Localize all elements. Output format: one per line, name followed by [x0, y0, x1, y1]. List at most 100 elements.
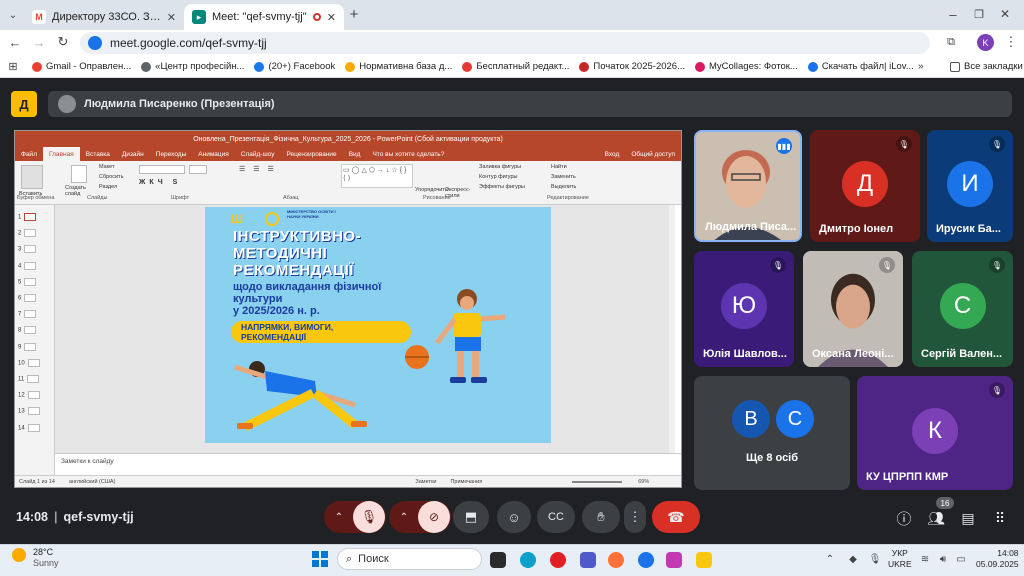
microphone-tray-icon[interactable]: 🎙︎	[868, 552, 882, 566]
info-icon[interactable]: ⓘ	[894, 508, 914, 528]
slide-thumbnail[interactable]: 14	[18, 423, 40, 432]
ppt-sign-in[interactable]: Вход	[599, 147, 626, 161]
dropbox-icon[interactable]: ◆	[846, 552, 860, 566]
participant-tile-lyudmyla[interactable]: ▮▮▮ Людмила Писа...	[694, 130, 802, 242]
participant-tile[interactable]: Д 🎙︎ Дмитро Іонел	[810, 130, 920, 242]
ppt-tab[interactable]: Переходы	[150, 147, 193, 161]
back-icon[interactable]: ←	[8, 35, 22, 50]
ppt-share-button[interactable]: Общий доступ	[625, 147, 681, 161]
ppt-tab[interactable]: Что вы хотите сделать?	[366, 147, 450, 161]
apps-grid-icon[interactable]: ⊞	[0, 60, 26, 73]
slide-thumbnail[interactable]: 7	[18, 310, 37, 319]
shape-effects-button[interactable]: Эффекты фигуры	[479, 184, 525, 190]
participant-tile[interactable]: С 🎙︎ Сергій Вален...	[912, 251, 1013, 367]
chat-icon[interactable]: ▤	[958, 508, 978, 528]
start-windows-icon[interactable]	[312, 551, 328, 567]
taskbar-search[interactable]: ⌕ Поиск	[337, 548, 482, 570]
slide-notes[interactable]: Заметки к слайду	[55, 453, 681, 475]
bookmark-item[interactable]: Початок 2025-2026...	[579, 61, 685, 72]
bookmark-item[interactable]: Скачать файл| iLov...	[807, 61, 914, 72]
taskbar-clock[interactable]: 14:08 05.09.2025	[976, 548, 1019, 569]
slide-thumbnail[interactable]: 5	[18, 277, 37, 286]
slide-thumbnail[interactable]: 6	[18, 294, 37, 302]
tray-chevron-icon[interactable]: ⌃	[824, 552, 836, 566]
slide-scrollbar[interactable]	[669, 205, 675, 453]
slide-thumbnail[interactable]: 2	[18, 229, 37, 238]
minimize-icon[interactable]: –	[946, 7, 960, 22]
section-button[interactable]: Раздел	[99, 184, 117, 190]
camera-options-chevron-icon[interactable]: ⌃	[390, 512, 418, 523]
slide-thumbnail[interactable]: 4	[18, 261, 37, 270]
address-bar[interactable]: meet.google.com/qef-svmy-tjj	[80, 32, 930, 54]
zoom-slider[interactable]	[572, 480, 623, 483]
reactions-button[interactable]: ☺	[497, 501, 531, 533]
close-window-icon[interactable]: ✕	[998, 7, 1012, 21]
current-slide[interactable]: Ш МІНІСТЕРСТВО ОСВІТИ І НАУКИ УКРАЇНИ ІН…	[205, 207, 551, 443]
ppt-tab[interactable]: Вставка	[80, 147, 116, 161]
ppt-tab[interactable]: Дизайн	[116, 147, 150, 161]
camera-off-icon[interactable]: ⊘	[418, 501, 450, 533]
shapes-gallery[interactable]: ▭◯△⬠→↓☆{}⟨⟩	[341, 164, 413, 188]
find-button[interactable]: Найти	[551, 164, 567, 170]
font-format-buttons[interactable]: ЖКЧ S	[139, 179, 181, 186]
extensions-icon[interactable]: ⧉	[944, 35, 958, 49]
file-explorer-icon[interactable]	[696, 552, 712, 568]
forward-icon[interactable]: →	[32, 35, 46, 50]
slide-thumbnail[interactable]: 11	[18, 375, 40, 383]
opera-icon[interactable]	[550, 552, 566, 568]
bookmark-item[interactable]: Gmail - Оправлен...	[32, 61, 131, 72]
edge-icon[interactable]	[520, 552, 536, 568]
bookmark-item[interactable]: MyCollages: Фоток...	[695, 61, 798, 72]
bookmark-item[interactable]: (20+) Facebook	[254, 61, 335, 72]
select-button[interactable]: Выделить	[551, 184, 576, 190]
paste-icon[interactable]	[21, 165, 43, 189]
participant-tile[interactable]: К 🎙︎ КУ ЦПРПП КМР	[857, 376, 1013, 490]
participant-tile[interactable]: В С Ще 8 осіб	[694, 376, 850, 490]
participant-tile[interactable]: Ю 🎙︎ Юлія Шавлов...	[694, 251, 794, 367]
reload-icon[interactable]: ↻	[56, 34, 70, 49]
bookmark-item[interactable]: «Центр професійн...	[141, 61, 244, 72]
firefox-icon[interactable]	[608, 552, 624, 568]
browser-tab-meet[interactable]: ▸ Meet: "qef-svmy-tjj" ✕	[184, 4, 344, 30]
mic-off-icon[interactable]: 🎙︎	[353, 501, 385, 533]
slide-thumbnail[interactable]: 13	[18, 407, 40, 416]
chrome-icon[interactable]	[638, 552, 654, 568]
replace-button[interactable]: Заменить	[551, 174, 576, 180]
leave-call-button[interactable]: ☎︎	[652, 501, 700, 533]
captions-button[interactable]: CC	[537, 501, 575, 533]
participant-tile[interactable]: 🎙︎ Оксана Леоні...	[803, 251, 903, 367]
battery-icon[interactable]: ▭	[954, 552, 968, 566]
shape-fill-button[interactable]: Заливка фигуры	[479, 164, 521, 170]
raise-hand-button[interactable]: ✋︎	[582, 501, 620, 533]
ppt-tab[interactable]: Анимация	[192, 147, 235, 161]
slide-thumbnail[interactable]: 1	[18, 213, 37, 221]
paragraph-buttons[interactable]: ☰ ☰ ☰	[239, 165, 277, 173]
participant-tile[interactable]: И 🎙︎ Ирусик Ба...	[927, 130, 1013, 242]
close-tab-icon[interactable]: ✕	[167, 11, 176, 24]
slide-thumbnail[interactable]: 12	[18, 391, 40, 400]
arrange-button[interactable]: Упорядочить	[415, 187, 448, 193]
slide-thumbnail[interactable]: 3	[18, 245, 37, 254]
bookmark-item[interactable]: Нормативна база д...	[345, 61, 452, 72]
activities-icon[interactable]: ⠿	[990, 508, 1010, 528]
ppt-tab[interactable]: Слайд-шоу	[235, 147, 281, 161]
people-icon[interactable]: 👥︎	[924, 508, 948, 528]
present-button[interactable]: ⬒	[453, 501, 489, 533]
layout-button[interactable]: Макет	[99, 164, 115, 170]
new-tab-button[interactable]: +	[346, 6, 362, 23]
status-notes-button[interactable]: Заметки	[415, 479, 436, 485]
reset-button[interactable]: Сбросить	[99, 174, 123, 180]
profile-avatar[interactable]: K	[977, 34, 994, 51]
task-view-icon[interactable]	[490, 552, 506, 568]
close-tab-icon[interactable]: ✕	[327, 11, 336, 24]
slide-thumbnail[interactable]: 10	[18, 358, 40, 367]
tab-search-icon[interactable]: ⌄	[6, 8, 20, 22]
ppt-tab[interactable]: Вид	[343, 147, 367, 161]
weather-widget[interactable]: 28°C Sunny	[33, 547, 59, 569]
more-bookmarks-icon[interactable]: »	[918, 61, 924, 72]
restore-icon[interactable]: ❐	[972, 7, 986, 21]
more-options-button[interactable]: ⋮	[624, 501, 646, 533]
new-slide-icon[interactable]	[71, 165, 87, 183]
bookmark-item[interactable]: Бесплатный редакт...	[462, 61, 569, 72]
zoom-level[interactable]: 69%	[638, 479, 649, 485]
